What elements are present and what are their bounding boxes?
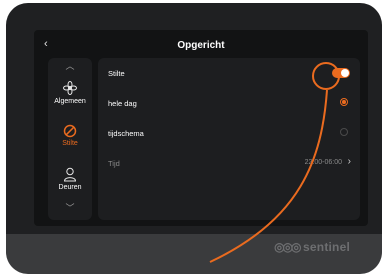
- sidebar-item-label: Stilte: [62, 140, 78, 147]
- sidebar-item-stilte[interactable]: Stilte: [48, 124, 92, 147]
- sidebar-item-algemeen[interactable]: Algemeen: [48, 80, 92, 105]
- nav-scroll-up-icon[interactable]: ︿: [48, 62, 92, 71]
- nav-scroll-down-icon[interactable]: ﹀: [48, 204, 92, 213]
- sidebar-item-label: Algemeen: [54, 98, 86, 105]
- time-range-value: 22:00-06:00: [304, 159, 342, 166]
- hele-dag-radio[interactable]: [340, 98, 348, 106]
- no-sign-icon: [63, 124, 77, 138]
- setting-label: Stilte: [108, 69, 125, 78]
- gear-flower-icon: [63, 81, 77, 95]
- setting-label: Tijd: [108, 159, 120, 168]
- device-screen: ‹ Opgericht ︿ Algemeen Stilte Deuren ﹀ S…: [34, 30, 368, 226]
- sidebar-nav: ︿ Algemeen Stilte Deuren ﹀: [48, 58, 92, 220]
- sidebar-item-deuren[interactable]: Deuren: [48, 166, 92, 191]
- setting-row-tijdschema[interactable]: tijdschema: [98, 118, 360, 148]
- toggle-highlight-circle: [312, 62, 340, 90]
- user-icon: [63, 167, 77, 182]
- brand-logo: ◎◎◎ sentinel: [274, 240, 350, 254]
- setting-label: hele dag: [108, 99, 137, 108]
- setting-row-hele-dag[interactable]: hele dag: [98, 88, 360, 118]
- setting-label: tijdschema: [108, 129, 144, 138]
- tijdschema-radio[interactable]: [340, 128, 348, 136]
- page-title: Opgericht: [177, 40, 225, 51]
- chevron-right-icon[interactable]: ›: [348, 156, 351, 167]
- setting-row-tijd[interactable]: Tijd 22:00-06:00 ›: [98, 148, 360, 178]
- sidebar-item-label: Deuren: [58, 184, 82, 191]
- brand-mark-icon: ◎◎◎: [274, 240, 301, 254]
- brand-text: sentinel: [303, 240, 350, 254]
